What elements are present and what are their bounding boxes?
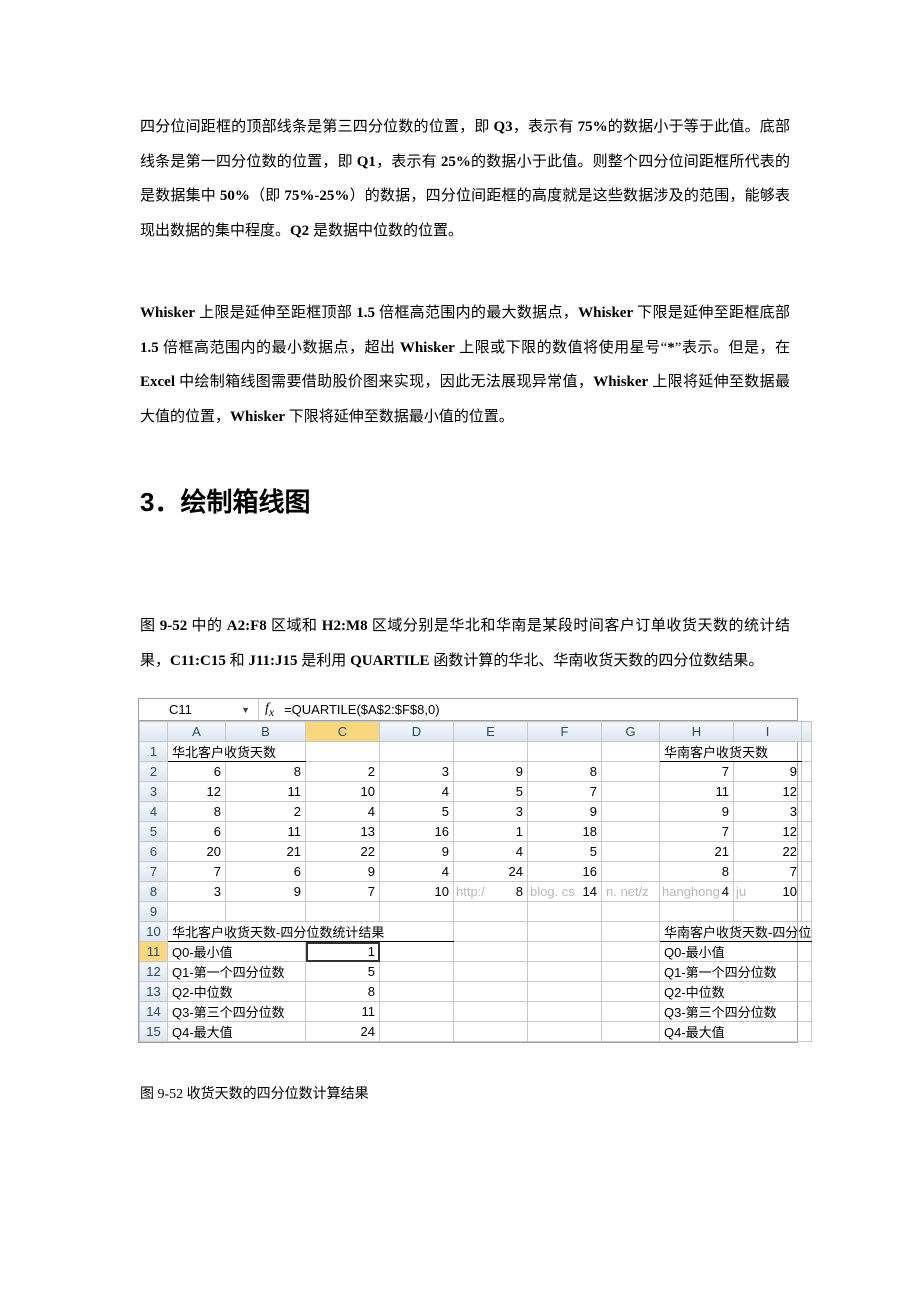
table-row: 482453993 bbox=[140, 802, 812, 822]
paragraph-3: 图 9-52 中的 A2:F8 区域和 H2:M8 区域分别是华北和华南是某段时… bbox=[140, 609, 790, 678]
table-row: 31211104571112 bbox=[140, 782, 812, 802]
formula-bar: C11 ▼ fx =QUARTILE($A$2:$F$8,0) bbox=[139, 699, 797, 721]
section-heading: 3．绘制箱线图 bbox=[140, 482, 790, 519]
name-box[interactable]: C11 ▼ bbox=[139, 699, 259, 720]
table-row: 839710http:/8blog. cs14n. net/zhanghong4… bbox=[140, 882, 812, 902]
figure-caption: 图 9-52 收货天数的四分位数计算结果 bbox=[140, 1083, 790, 1103]
table-row: 268239879 bbox=[140, 762, 812, 782]
dropdown-icon: ▼ bbox=[241, 705, 250, 715]
table-row: 11Q0-最小值1Q0-最小值 bbox=[140, 942, 812, 962]
fx-icon[interactable]: fx bbox=[265, 701, 274, 719]
table-row: 12Q1-第一个四分位数5Q1-第一个四分位数 bbox=[140, 962, 812, 982]
table-row: 15Q4-最大值24Q4-最大值 bbox=[140, 1022, 812, 1042]
excel-screenshot: C11 ▼ fx =QUARTILE($A$2:$F$8,0) ABCDEFGH… bbox=[138, 698, 798, 1043]
table-row: 56111316118712 bbox=[140, 822, 812, 842]
formula-text[interactable]: =QUARTILE($A$2:$F$8,0) bbox=[284, 702, 439, 717]
table-row: 77694241687 bbox=[140, 862, 812, 882]
table-row: 1华北客户收货天数华南客户收货天数 bbox=[140, 742, 812, 762]
table-row: 13Q2-中位数8Q2-中位数 bbox=[140, 982, 812, 1002]
table-row: 62021229452122 bbox=[140, 842, 812, 862]
table-row: 9 bbox=[140, 902, 812, 922]
paragraph-1: 四分位间距框的顶部线条是第三四分位数的位置，即 Q3，表示有 75%的数据小于等… bbox=[140, 110, 790, 248]
table-row: 10华北客户收货天数-四分位数统计结果华南客户收货天数-四分位 bbox=[140, 922, 812, 942]
column-headers: ABCDEFGHI bbox=[140, 722, 812, 742]
spreadsheet-grid[interactable]: ABCDEFGHI 1华北客户收货天数华南客户收货天数 268239879 31… bbox=[139, 721, 812, 1042]
table-row: 14Q3-第三个四分位数11Q3-第三个四分位数 bbox=[140, 1002, 812, 1022]
selected-cell: 1 bbox=[306, 942, 380, 962]
paragraph-2: Whisker 上限是延伸至距框顶部 1.5 倍框高范围内的最大数据点，Whis… bbox=[140, 296, 790, 434]
